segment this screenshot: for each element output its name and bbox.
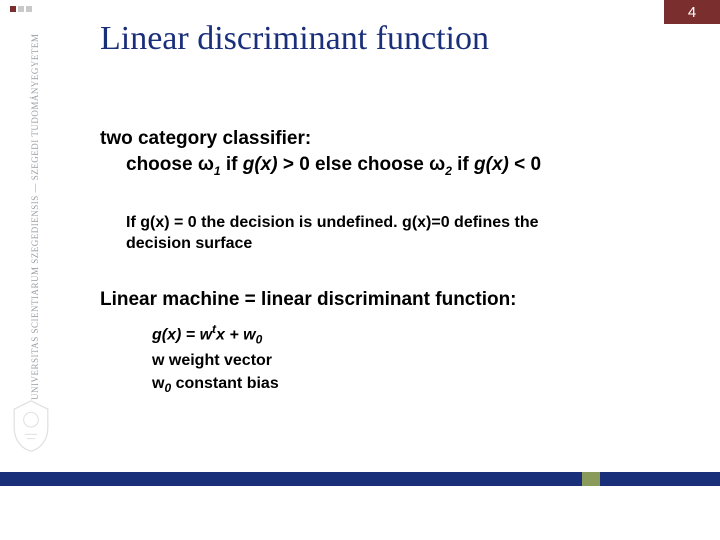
text: g(x) = w (152, 326, 212, 343)
subscript: 0 (256, 333, 263, 347)
classifier-heading: two category classifier: (100, 128, 660, 150)
classifier-block: two category classifier: choose ω1 if g(… (100, 128, 660, 255)
linear-definitions: g(x) = wtx + w0 w weight vector w0 const… (152, 321, 660, 398)
gx: g(x) (474, 154, 509, 175)
sidebar: UNIVERSITAS SCIENTIARUM SZEGEDIENSIS — S… (0, 0, 60, 480)
classifier-rule: choose ω1 if g(x) > 0 else choose ω2 if … (126, 154, 660, 178)
dot-icon (10, 6, 16, 12)
university-crest-icon (10, 398, 52, 454)
subscript: 1 (214, 164, 221, 178)
slide-content: Linear discriminant function two categor… (100, 20, 660, 398)
omega-symbol: ω (198, 154, 214, 175)
linear-heading: Linear machine = linear discriminant fun… (100, 289, 660, 311)
text: if (221, 154, 243, 175)
equation: g(x) = wtx + w0 (152, 321, 660, 349)
w0-label: w0 constant bias (152, 372, 660, 398)
gx: g(x) (243, 154, 278, 175)
w-label: w weight vector (152, 349, 660, 372)
text: x + w (216, 326, 256, 343)
dot-icon (26, 6, 32, 12)
text: choose (126, 154, 198, 175)
dot-icon (18, 6, 24, 12)
sidebar-dots (10, 6, 32, 12)
text: < 0 (509, 154, 541, 175)
institution-name: UNIVERSITAS SCIENTIARUM SZEGEDIENSIS — S… (30, 34, 40, 400)
text: w (152, 375, 164, 392)
page-number: 4 (664, 0, 720, 24)
text: if (452, 154, 474, 175)
footer-bar (0, 472, 720, 486)
text: constant bias (171, 375, 279, 392)
slide-title: Linear discriminant function (100, 20, 660, 58)
text: > 0 else choose (278, 154, 430, 175)
footer-accent (582, 472, 600, 486)
omega-symbol: ω (429, 154, 445, 175)
decision-note: If g(x) = 0 the decision is undefined. g… (126, 212, 596, 255)
subscript: 2 (445, 164, 452, 178)
